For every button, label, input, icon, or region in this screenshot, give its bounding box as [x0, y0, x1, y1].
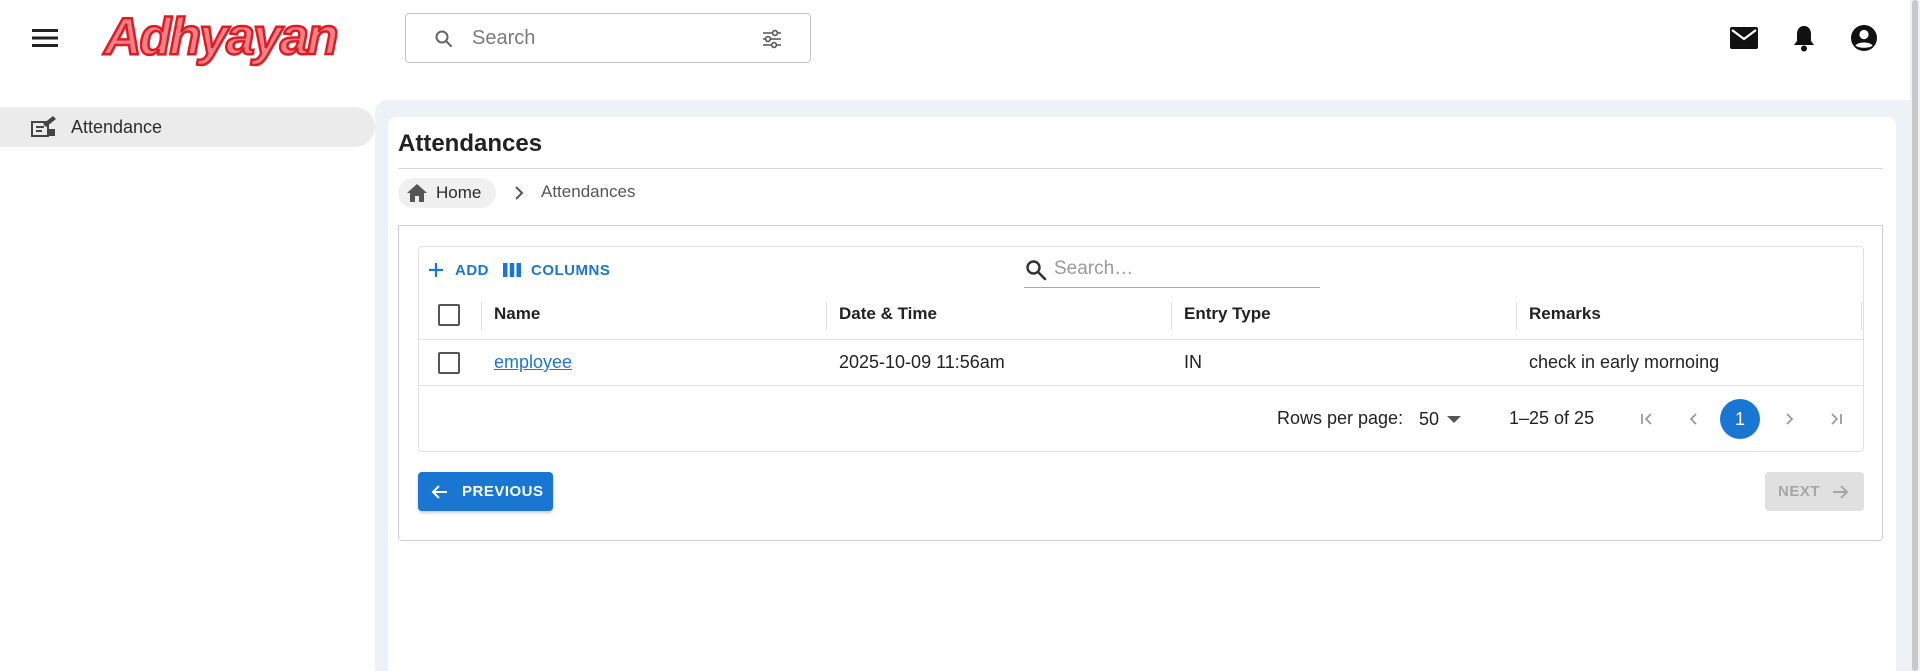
column-separator — [481, 302, 482, 330]
row-datetime: 2025-10-09 11:56am — [839, 352, 1005, 372]
account-circle-icon[interactable] — [1848, 22, 1880, 54]
search-icon — [1024, 258, 1048, 282]
next-button-label: NEXT — [1778, 483, 1821, 500]
view-columns-icon — [503, 261, 521, 279]
sidebar-item-label: Attendance — [71, 116, 163, 137]
bell-icon[interactable] — [1788, 22, 1820, 54]
tune-icon[interactable] — [760, 27, 784, 51]
footer-divider — [419, 385, 1863, 386]
title-divider — [398, 168, 1883, 169]
mail-icon[interactable] — [1728, 22, 1760, 54]
page-scrollbar[interactable] — [1910, 0, 1920, 671]
grid-search-input[interactable] — [1054, 256, 1304, 282]
add-button-label: ADD — [455, 261, 489, 279]
chevron-right-icon — [510, 182, 528, 204]
row-checkbox[interactable] — [438, 352, 460, 374]
top-app-bar: Adhyayan Adhyayan — [0, 0, 1920, 76]
rows-per-page-value: 50 — [1419, 408, 1440, 429]
plus-icon — [427, 261, 445, 279]
column-header-datetime[interactable]: Date & Time — [839, 304, 937, 324]
column-header-name[interactable]: Name — [494, 304, 540, 324]
column-separator — [1516, 302, 1517, 330]
brand-logo[interactable]: Adhyayan Adhyayan — [100, 2, 340, 68]
caret-down-icon — [1447, 415, 1462, 423]
search-icon — [434, 29, 454, 49]
arrow-right-icon — [1830, 482, 1850, 502]
rows-per-page-label: Rows per page: — [1277, 408, 1404, 428]
hamburger-menu-icon[interactable] — [28, 24, 62, 52]
last-page-icon[interactable] — [1819, 402, 1853, 436]
attendance-icon — [31, 114, 57, 140]
previous-button-label: PREVIOUS — [462, 483, 544, 500]
first-page-icon[interactable] — [1630, 402, 1664, 436]
columns-button-label: COLUMNS — [531, 261, 611, 279]
arrow-left-icon — [430, 482, 450, 502]
column-header-entry-type[interactable]: Entry Type — [1184, 304, 1271, 324]
breadcrumb-home[interactable]: Home — [398, 178, 496, 208]
row-remarks: check in early mornoing — [1529, 352, 1720, 372]
row-name-link[interactable]: employee — [494, 352, 572, 373]
global-search-input[interactable] — [472, 24, 752, 52]
column-separator — [826, 302, 827, 330]
grid-quick-filter[interactable] — [1024, 252, 1320, 288]
column-separator — [1171, 302, 1172, 330]
pagination-range: 1–25 of 25 — [1509, 408, 1595, 428]
column-header-remarks[interactable]: Remarks — [1529, 304, 1601, 324]
header-divider — [419, 339, 1863, 340]
select-all-checkbox[interactable] — [438, 304, 460, 326]
global-search[interactable] — [405, 13, 811, 63]
chevron-left-icon[interactable] — [1677, 402, 1711, 436]
next-button[interactable]: NEXT — [1765, 472, 1864, 511]
add-button[interactable]: ADD — [427, 256, 489, 284]
rows-per-page-select[interactable]: 50 — [1419, 406, 1469, 432]
breadcrumb-current: Attendances — [541, 182, 636, 201]
page-title: Attendances — [398, 130, 543, 157]
breadcrumb-home-label: Home — [436, 183, 482, 202]
sidebar-item-attendance[interactable]: Attendance — [0, 107, 375, 147]
home-icon — [406, 182, 428, 204]
columns-button[interactable]: COLUMNS — [503, 256, 610, 284]
page-button-current[interactable]: 1 — [1720, 399, 1760, 439]
svg-text:Adhyayan: Adhyayan — [102, 8, 337, 66]
scrollbar-thumb[interactable] — [1912, 0, 1918, 671]
column-separator — [1861, 302, 1862, 330]
chevron-right-icon[interactable] — [1772, 402, 1806, 436]
row-entry-type: IN — [1184, 352, 1202, 372]
previous-button[interactable]: PREVIOUS — [418, 472, 553, 511]
